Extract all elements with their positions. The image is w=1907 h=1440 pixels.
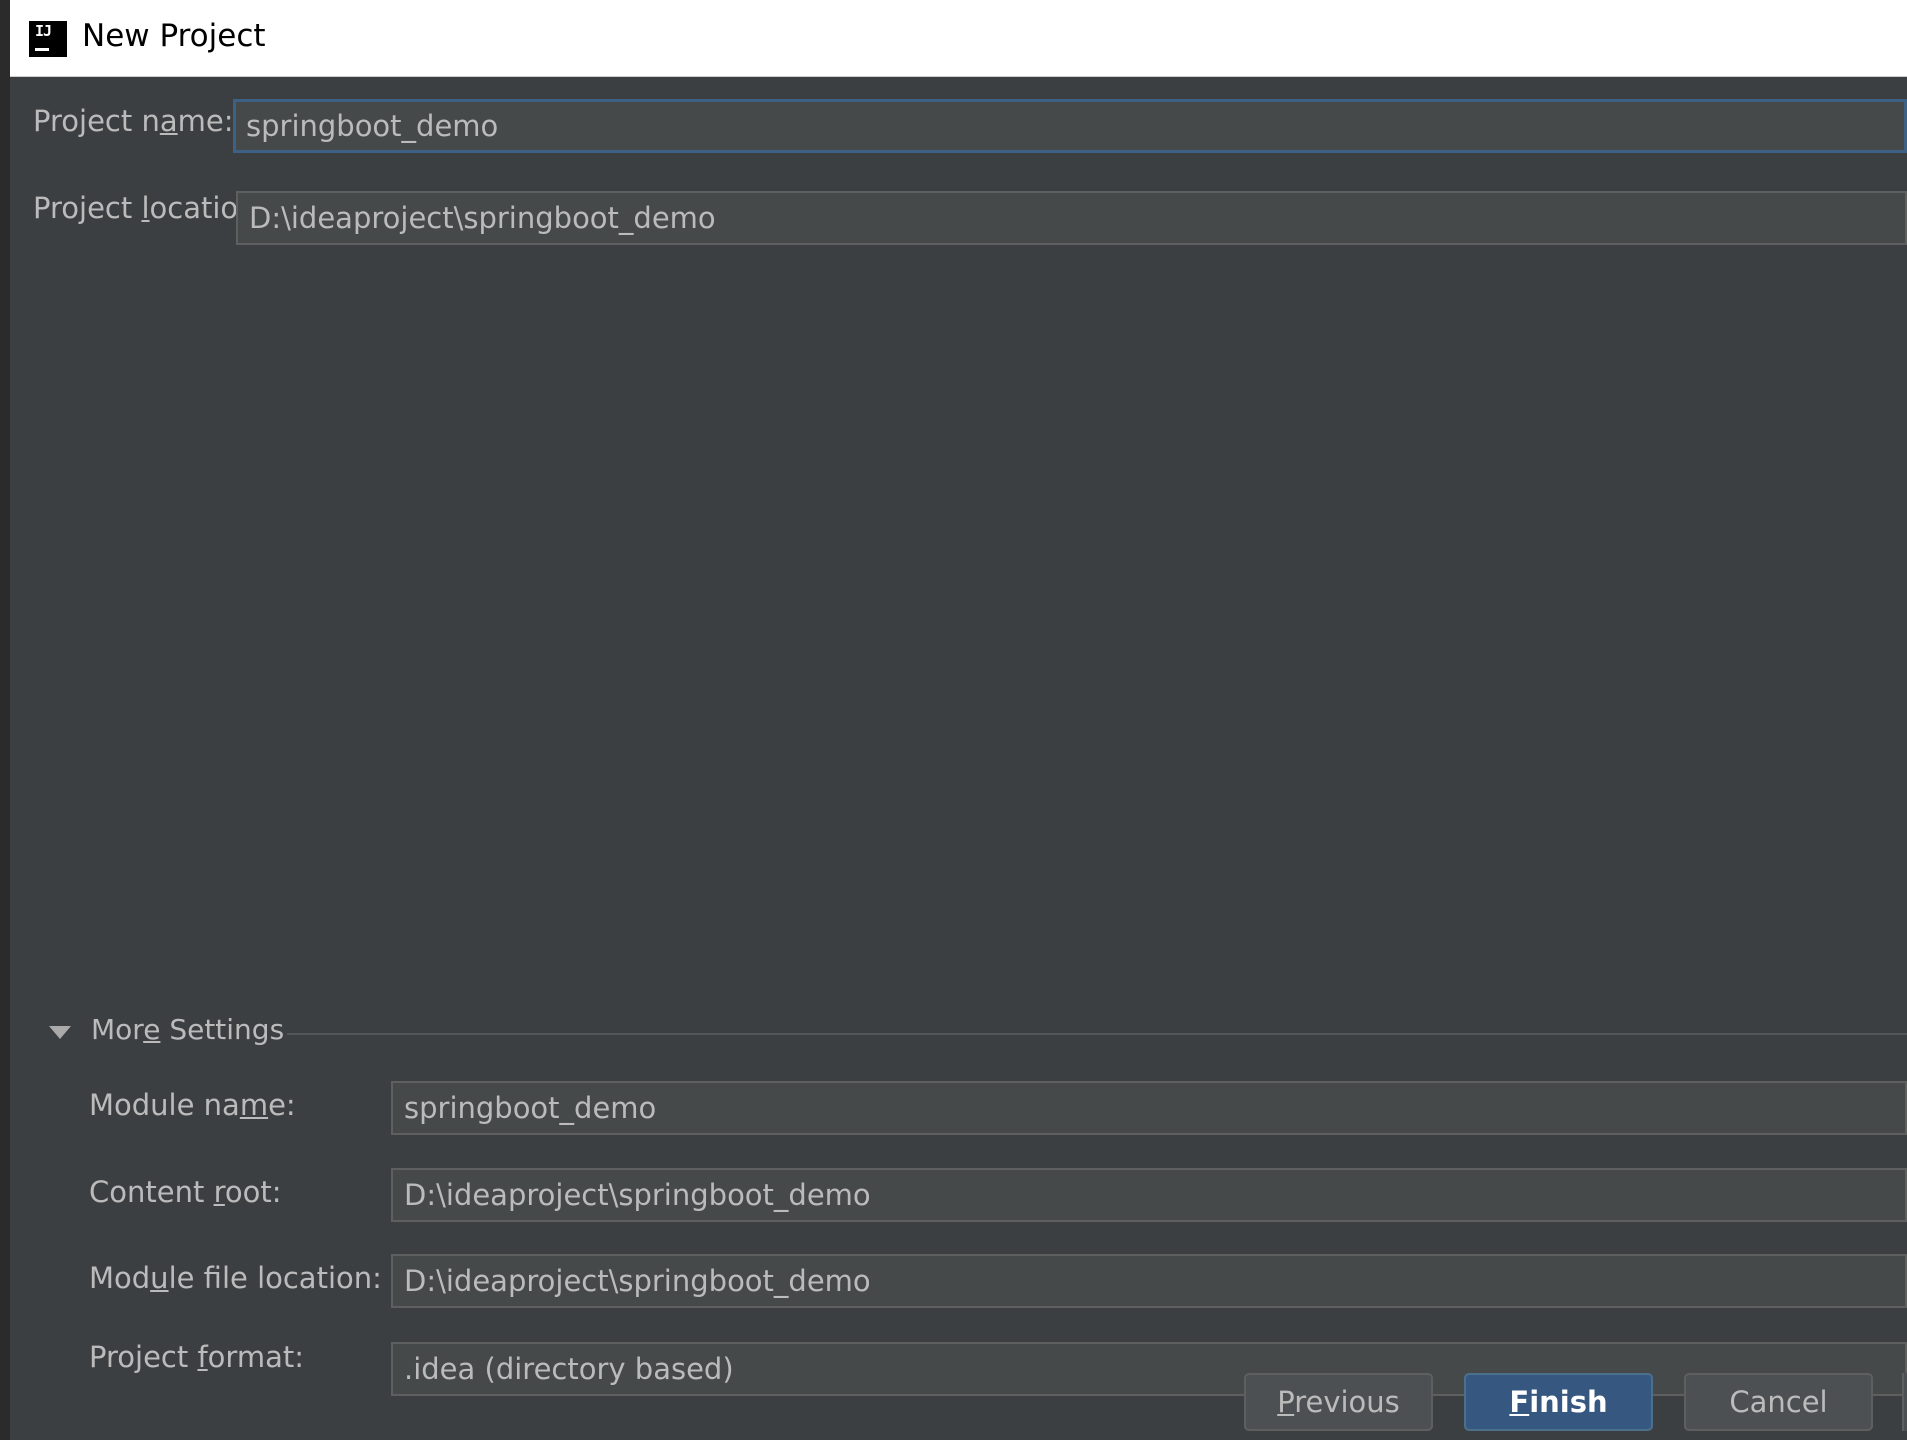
module-file-location-label: Module file location: bbox=[89, 1261, 382, 1295]
previous-button[interactable]: Previous bbox=[1244, 1373, 1433, 1431]
module-name-label: Module name: bbox=[89, 1088, 296, 1122]
section-divider bbox=[287, 1033, 1907, 1035]
background-window-edge bbox=[0, 0, 10, 1440]
project-location-label: Project location: bbox=[33, 191, 267, 225]
content-root-input[interactable]: D:\ideaproject\springboot_demo bbox=[391, 1168, 1907, 1222]
more-settings-header[interactable]: More Settings bbox=[10, 1013, 1907, 1053]
project-location-input[interactable]: D:\ideaproject\springboot_demo bbox=[236, 191, 1907, 245]
help-button-edge[interactable] bbox=[1902, 1373, 1907, 1431]
project-name-input[interactable]: springboot_demo bbox=[233, 99, 1907, 153]
finish-button[interactable]: Finish bbox=[1464, 1373, 1653, 1431]
new-project-dialog: Project name: springboot_demo Project lo… bbox=[10, 77, 1907, 1440]
project-name-label: Project name: bbox=[33, 104, 234, 138]
content-root-label: Content root: bbox=[89, 1175, 282, 1209]
project-format-label: Project format: bbox=[89, 1340, 304, 1374]
triangle-down-icon[interactable] bbox=[49, 1026, 71, 1039]
window-title: New Project bbox=[82, 18, 266, 54]
intellij-idea-icon: IJ bbox=[29, 21, 67, 57]
more-settings-label[interactable]: More Settings bbox=[91, 1013, 284, 1046]
window-titlebar: IJ New Project bbox=[10, 0, 1907, 77]
project-format-select[interactable]: .idea (directory based) bbox=[391, 1342, 1907, 1396]
module-file-location-input[interactable]: D:\ideaproject\springboot_demo bbox=[391, 1254, 1907, 1308]
cancel-button[interactable]: Cancel bbox=[1684, 1373, 1873, 1431]
module-name-input[interactable]: springboot_demo bbox=[391, 1081, 1907, 1135]
